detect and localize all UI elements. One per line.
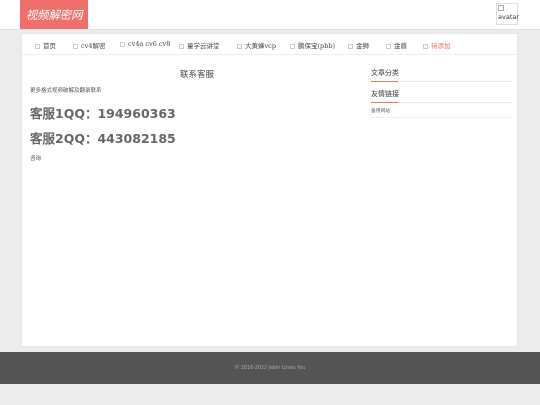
content-card: 首页 cv4解密 cv4a cv6 cv8 童学云讲堂 大黄蜂vcp 鹏保宝(p… — [21, 33, 518, 347]
heading-accent-underline — [371, 102, 398, 103]
friend-links-list: 备用网站 — [371, 107, 511, 118]
nav-bullet-icon — [290, 43, 295, 49]
nav-item-tongxueyun[interactable]: 童学云讲堂 — [179, 40, 220, 50]
support-qq-2: 客服2QQ：443082185 — [30, 131, 176, 146]
article-categories-heading: 文章分类 — [371, 68, 511, 82]
nav-item-dahuangfeng[interactable]: 大黄蜂vcp — [237, 40, 276, 50]
top-bar: 视频解密网 avatar — [0, 0, 540, 30]
nav-bullet-icon — [35, 43, 40, 49]
nav-item-pending[interactable]: 待添加 — [423, 40, 451, 50]
nav-bullet-icon — [73, 43, 78, 49]
nav-bullet-icon — [120, 41, 125, 47]
nav-bullet-icon — [348, 43, 353, 49]
heading-accent-underline — [371, 81, 398, 82]
avatar[interactable]: avatar — [496, 3, 520, 25]
nav-item-jindun[interactable]: 金盾 — [386, 40, 407, 50]
nav-item-cv4a-cv6-cv8[interactable]: cv4a cv6 cv8 — [120, 40, 170, 48]
sidebar-friend-links: 友情链接 备用网站 — [371, 89, 511, 118]
nav-bullet-icon — [237, 43, 242, 49]
support-qq-1: 客服1QQ：194960363 — [30, 106, 176, 121]
nav-item-jinshi[interactable]: 金狮 — [348, 40, 369, 50]
footer-copyright: © 2016-2022 Jabin Loves You — [234, 365, 306, 371]
friend-links-heading: 友情链接 — [371, 89, 511, 103]
main-nav: 首页 cv4解密 cv4a cv6 cv8 童学云讲堂 大黄蜂vcp 鹏保宝(p… — [22, 34, 517, 55]
nav-bullet-icon — [386, 43, 391, 49]
nav-bullet-icon — [179, 43, 184, 49]
site-logo[interactable]: 视频解密网 — [20, 0, 88, 29]
footer: © 2016-2022 Jabin Loves You — [0, 352, 540, 384]
nav-bullet-icon — [423, 43, 428, 49]
friend-link-backup-site[interactable]: 备用网站 — [371, 107, 511, 114]
nav-item-pbb[interactable]: 鹏保宝(pbb) — [290, 40, 335, 50]
contact-description: 更多格式视频破解及翻录联系 — [30, 88, 102, 94]
consult-note: 咨询 — [30, 156, 42, 162]
page-title: 联系客服 — [179, 70, 214, 80]
avatar-alt-text: avatar — [498, 13, 520, 21]
sidebar-article-categories: 文章分类 — [371, 68, 511, 82]
nav-item-cv4[interactable]: cv4解密 — [73, 40, 105, 50]
broken-image-icon — [498, 5, 504, 11]
nav-item-home[interactable]: 首页 — [35, 40, 56, 50]
